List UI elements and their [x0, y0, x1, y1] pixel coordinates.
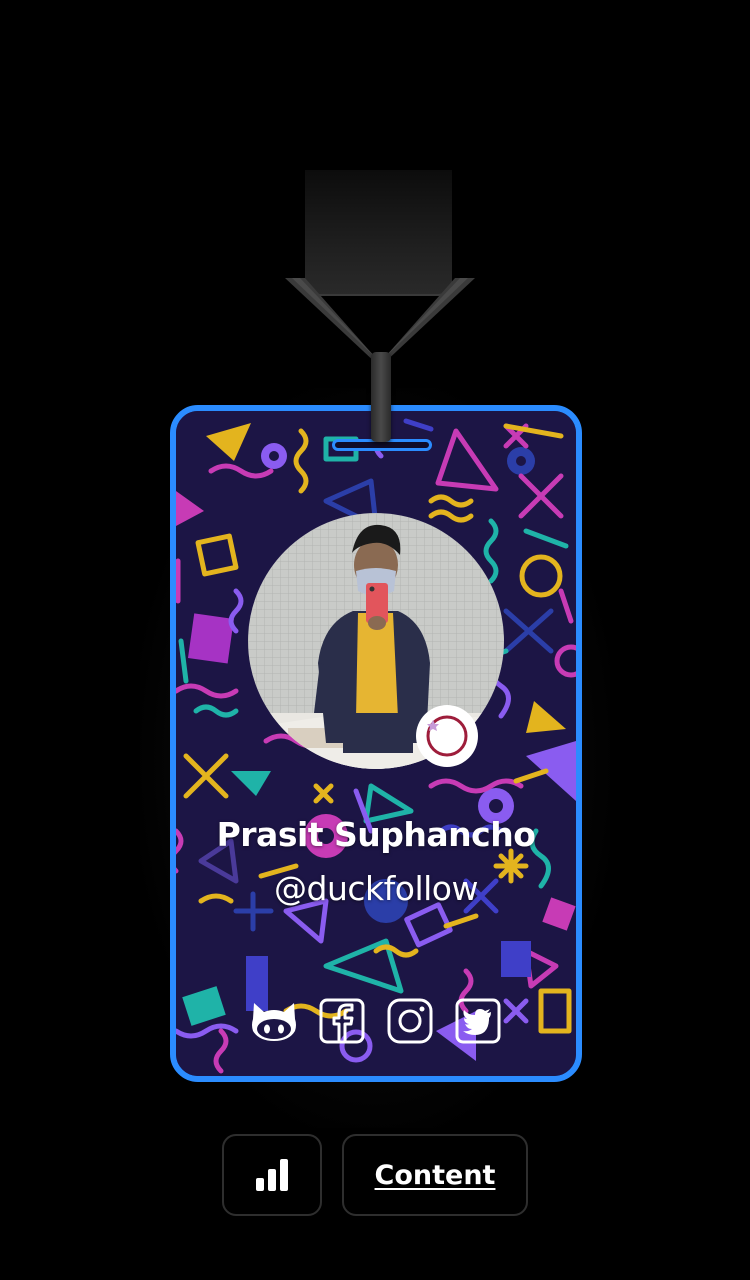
- verified-badge-icon: [416, 705, 478, 767]
- badge-screen: Prasit Suphancho @duckfollow Content: [0, 0, 750, 1280]
- instagram-link[interactable]: [384, 995, 436, 1047]
- lanyard-clip: [371, 352, 391, 442]
- bar-chart-icon: [256, 1159, 288, 1191]
- content-button-label: Content: [374, 1159, 496, 1191]
- social-links: [248, 995, 504, 1047]
- stats-button[interactable]: [222, 1134, 322, 1216]
- github-icon: [252, 1003, 296, 1041]
- instagram-icon: [387, 998, 433, 1044]
- twitter-icon: [455, 998, 501, 1044]
- facebook-icon: [319, 998, 365, 1044]
- profile-name: Prasit Suphancho: [216, 815, 536, 854]
- profile-handle: @duckfollow: [274, 869, 478, 908]
- twitter-link[interactable]: [452, 995, 504, 1047]
- id-card: Prasit Suphancho @duckfollow: [170, 405, 582, 1082]
- facebook-link[interactable]: [316, 995, 368, 1047]
- github-link[interactable]: [248, 995, 300, 1047]
- content-button[interactable]: Content: [342, 1134, 528, 1216]
